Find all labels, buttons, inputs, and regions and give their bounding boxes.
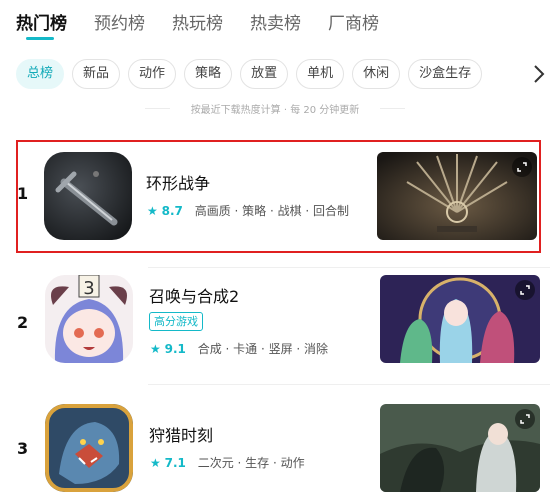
active-tab-indicator (26, 37, 54, 40)
chip-new[interactable]: 新品 (72, 59, 121, 89)
svg-text:3: 3 (83, 278, 94, 299)
chip-action[interactable]: 动作 (128, 59, 177, 89)
game-icon-hunting-time[interactable] (45, 404, 133, 492)
chip-all[interactable]: 总榜 (16, 59, 65, 89)
game-rating: ★ 7.1 二次元 · 生存 · 动作 (150, 454, 305, 471)
game-tags: 合成 · 卡通 · 竖屏 · 消除 (197, 342, 329, 356)
ranking-tabs: 热门榜 预约榜 热玩榜 热卖榜 厂商榜 (0, 0, 550, 48)
tab-hot[interactable]: 热门榜 (16, 9, 67, 34)
game-screenshot[interactable] (380, 275, 540, 363)
tab-developer[interactable]: 厂商榜 (328, 9, 379, 34)
tab-best-selling[interactable]: 热卖榜 (250, 9, 301, 34)
row-divider (148, 267, 550, 268)
tab-reservation[interactable]: 预约榜 (94, 9, 145, 34)
game-score: 9.1 (164, 342, 186, 356)
game-row-2[interactable]: 2 3 召唤与合成2 高分游戏 ★ 9.1 合成 · 卡通 · 竖屏 · 消除 (0, 271, 550, 401)
rank-number: 2 (17, 313, 29, 332)
game-screenshot[interactable] (380, 404, 540, 492)
ranking-note: 按最近下载热度计算 · 每 20 分钟更新 (190, 105, 360, 116)
chip-single-player[interactable]: 单机 (296, 59, 345, 89)
game-name: 召唤与合成2 (149, 287, 240, 306)
tab-hot-play[interactable]: 热玩榜 (172, 9, 223, 34)
chip-casual[interactable]: 休闲 (352, 59, 401, 89)
chevron-right-icon[interactable] (530, 60, 548, 88)
star-icon: ★ (150, 456, 161, 470)
game-rating: ★ 9.1 合成 · 卡通 · 竖屏 · 消除 (150, 340, 328, 357)
game-name: 狩猎时刻 (149, 426, 214, 445)
expand-icon[interactable] (515, 409, 535, 429)
chip-sandbox-survival[interactable]: 沙盒生存 (408, 59, 483, 89)
highlight-box (16, 140, 541, 253)
expand-icon[interactable] (515, 280, 535, 300)
category-chips: 总榜 新品 动作 策略 放置 单机 休闲 沙盒生存 (16, 59, 536, 89)
chip-idle[interactable]: 放置 (240, 59, 289, 89)
row-divider (148, 384, 550, 385)
chip-strategy[interactable]: 策略 (184, 59, 233, 89)
game-row-3[interactable]: 3 狩猎时刻 ★ 7.1 二次元 · 生存 · 动作 (0, 396, 550, 501)
high-score-badge: 高分游戏 (149, 312, 203, 331)
game-icon-summon-merge[interactable]: 3 (45, 275, 133, 363)
game-score: 7.1 (164, 456, 186, 470)
game-tags: 二次元 · 生存 · 动作 (197, 456, 305, 470)
rank-number: 3 (17, 439, 29, 458)
star-icon: ★ (150, 342, 161, 356)
